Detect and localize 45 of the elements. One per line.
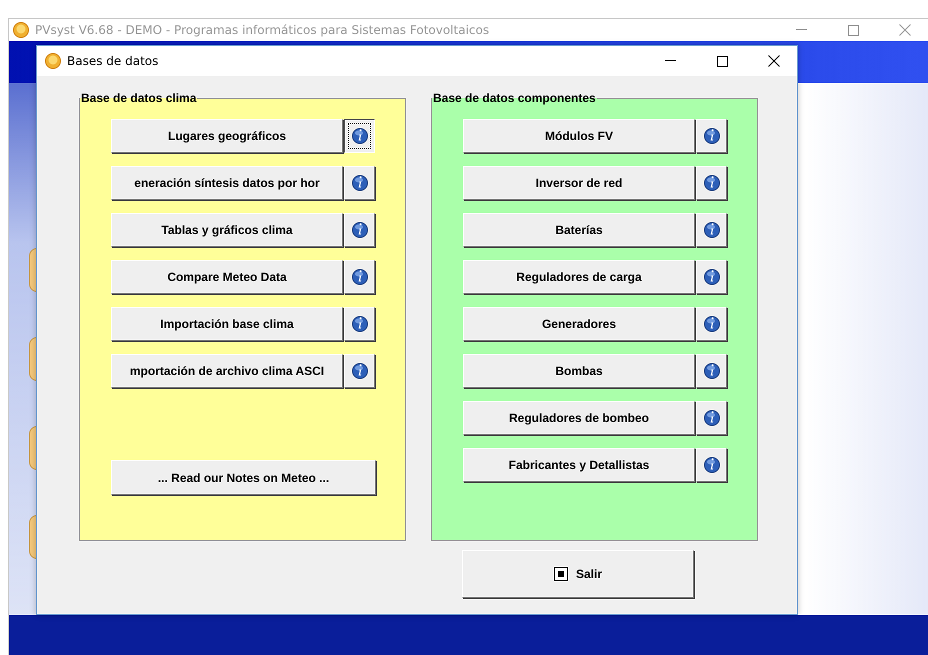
window-title: PVsyst V6.68 - DEMO - Programas informáticos para Sistemas Fotovoltaicos (35, 23, 490, 37)
app-logo-icon (13, 22, 29, 38)
database-button[interactable]: Baterías (463, 213, 695, 247)
minimize-icon (796, 29, 806, 31)
close-icon (899, 24, 911, 36)
dialog-title: Bases de datos (67, 54, 160, 68)
database-button[interactable]: Fabricantes y Detallistas (463, 448, 695, 482)
info-icon (352, 316, 368, 332)
exit-button[interactable]: Salir (462, 550, 694, 598)
database-button[interactable]: Tablas y gráficos clima (111, 213, 343, 247)
database-button[interactable]: Lugares geográficos (111, 119, 343, 153)
group-title: Base de datos clima (80, 91, 198, 105)
exit-label: Salir (576, 567, 602, 581)
minimize-icon (664, 60, 676, 62)
stop-icon (554, 567, 568, 581)
info-button[interactable] (344, 119, 375, 153)
info-icon (704, 175, 720, 191)
info-icon (704, 222, 720, 238)
database-button[interactable]: Reguladores de carga (463, 260, 695, 294)
info-icon (352, 128, 368, 144)
database-button[interactable]: Generadores (463, 307, 695, 341)
database-button[interactable]: Reguladores de bombeo (463, 401, 695, 435)
database-button[interactable]: mportación de archivo clima ASCI (111, 354, 343, 388)
info-icon (704, 410, 720, 426)
info-icon (704, 269, 720, 285)
notes-button[interactable]: ... Read our Notes on Meteo ... (111, 460, 376, 495)
maximize-icon (716, 56, 728, 66)
database-button[interactable]: eneración síntesis datos por hor (111, 166, 343, 200)
info-icon (704, 316, 720, 332)
info-icon (352, 175, 368, 191)
maximize-icon (848, 24, 858, 36)
info-icon (352, 269, 368, 285)
database-button[interactable]: Bombas (463, 354, 695, 388)
group-title: Base de datos componentes (432, 91, 597, 105)
info-icon (352, 222, 368, 238)
close-icon (768, 55, 780, 67)
info-icon (704, 457, 720, 473)
database-button[interactable]: Inversor de red (463, 166, 695, 200)
info-icon (704, 128, 720, 144)
info-icon (352, 363, 368, 379)
dialog-logo-icon (45, 53, 61, 69)
database-button[interactable]: Módulos FV (463, 119, 695, 153)
database-button[interactable]: Importación base clima (111, 307, 343, 341)
database-button[interactable]: Compare Meteo Data (111, 260, 343, 294)
info-icon (704, 363, 720, 379)
